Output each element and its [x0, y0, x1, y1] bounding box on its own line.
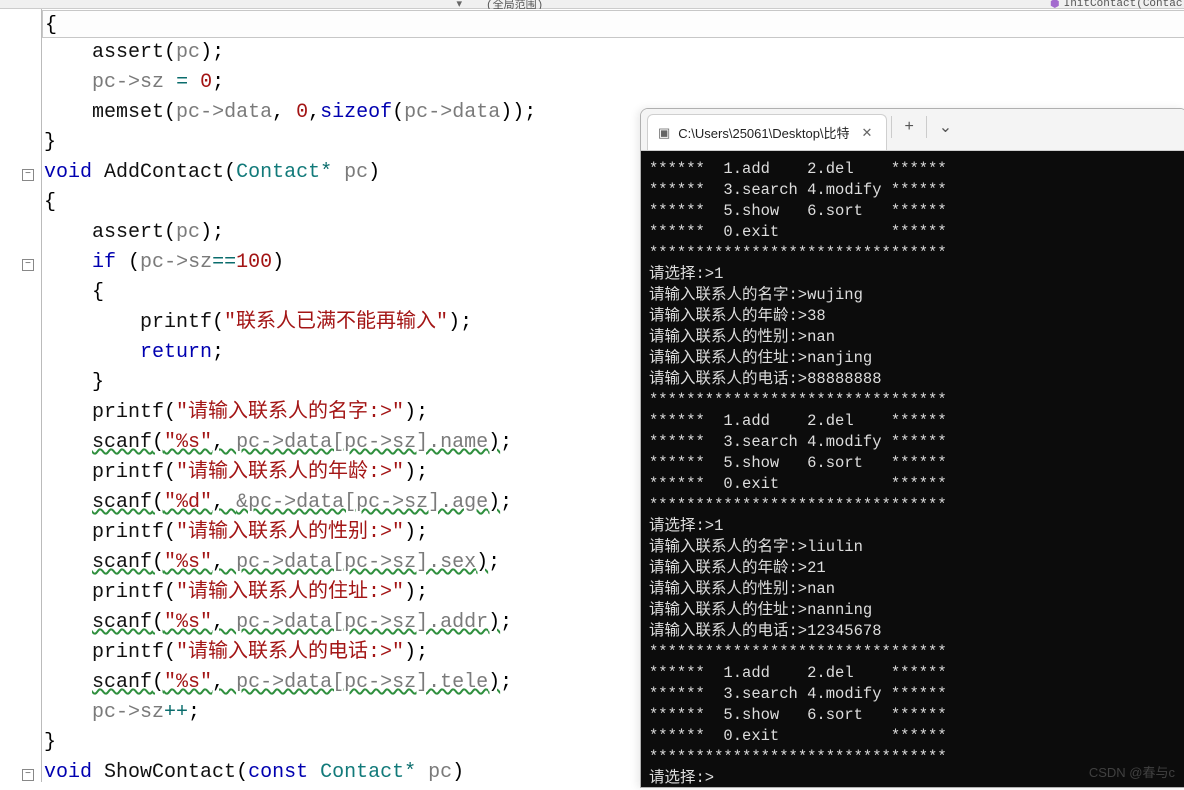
scope-toolbar: ▾ (全局范围) ⬢ InitContact(Contac [0, 0, 1184, 9]
terminal-body[interactable]: ****** 1.add 2.del ****** ****** 3.searc… [641, 151, 1184, 787]
tab-dropdown-icon[interactable]: ⌄ [931, 117, 960, 143]
code-line[interactable]: pc->sz = 0; [44, 68, 1184, 98]
editor-gutter: − − − [0, 9, 42, 782]
new-tab-button[interactable]: + [896, 118, 921, 142]
tab-divider [926, 116, 927, 138]
terminal-window: ▣ C:\Users\25061\Desktop\比特 ✕ + ⌄ ******… [640, 108, 1184, 788]
terminal-titlebar: ▣ C:\Users\25061\Desktop\比特 ✕ + ⌄ [641, 109, 1184, 151]
terminal-tab[interactable]: ▣ C:\Users\25061\Desktop\比特 ✕ [647, 114, 887, 150]
fold-toggle[interactable]: − [22, 259, 34, 271]
terminal-tab-title: C:\Users\25061\Desktop\比特 [678, 123, 849, 142]
fold-toggle[interactable]: − [22, 769, 34, 781]
code-line[interactable]: { [42, 10, 1184, 38]
code-line[interactable]: assert(pc); [44, 38, 1184, 68]
watermark-text: CSDN @春与c [1089, 762, 1175, 781]
close-icon[interactable]: ✕ [858, 125, 877, 141]
terminal-icon: ▣ [658, 125, 670, 141]
tab-divider [891, 116, 892, 138]
fold-toggle[interactable]: − [22, 169, 34, 181]
